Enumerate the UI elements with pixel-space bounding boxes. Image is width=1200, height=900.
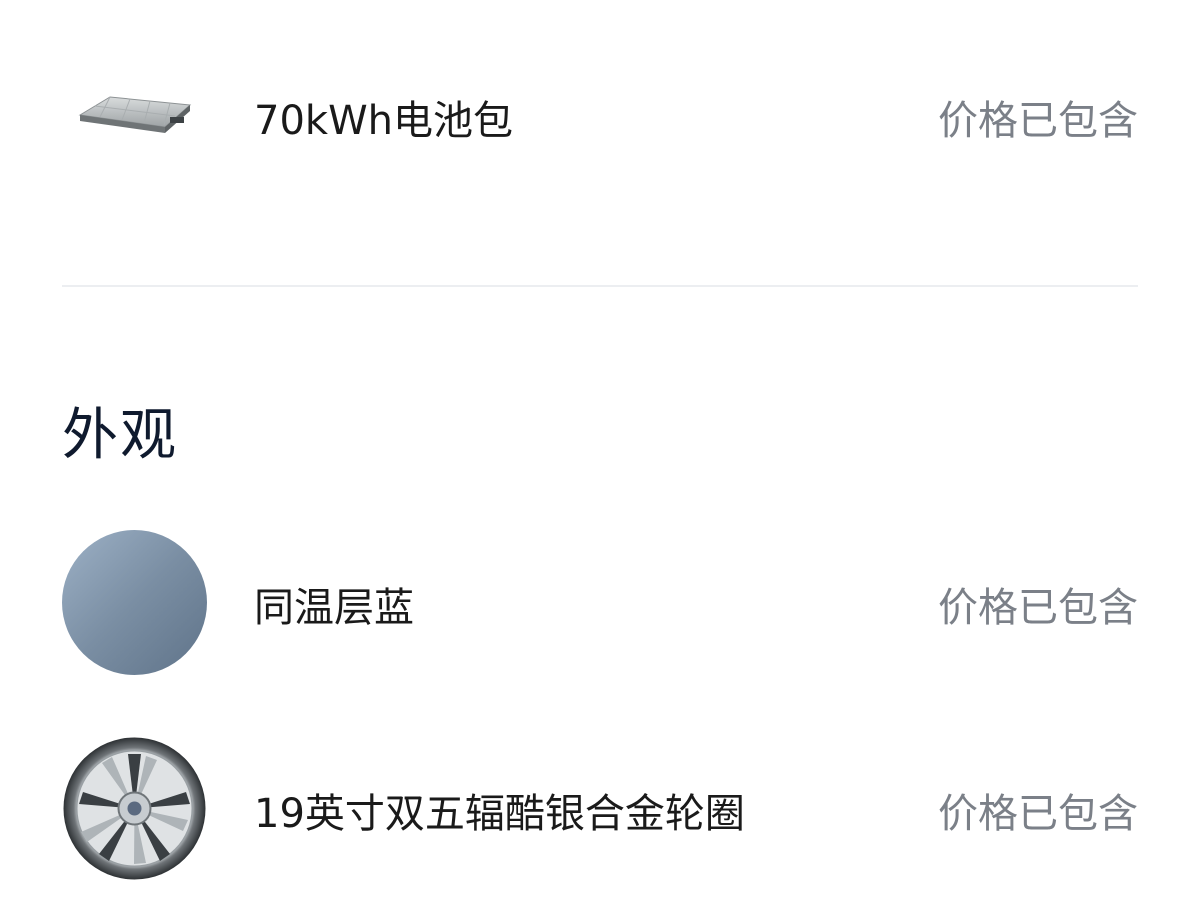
color-swatch-icon [62,530,207,675]
section-divider [62,285,1138,287]
option-name: 同温层蓝 [254,585,414,631]
option-price: 价格已包含 [938,98,1138,144]
option-row-paint[interactable]: 同温层蓝 价格已包含 [62,530,1138,678]
option-row-wheel[interactable]: 19英寸双五辐酷银合金轮圈 价格已包含 [62,736,1138,884]
alloy-wheel-icon [62,736,207,881]
option-price: 价格已包含 [938,585,1138,631]
section-title: 外观 [62,403,178,468]
option-name: 19英寸双五辐酷银合金轮圈 [254,791,745,837]
option-row-battery[interactable]: 70kWh电池包 价格已包含 [62,42,1138,192]
option-price: 价格已包含 [938,791,1138,837]
option-name: 70kWh电池包 [254,98,513,144]
battery-pack-icon [62,42,207,187]
